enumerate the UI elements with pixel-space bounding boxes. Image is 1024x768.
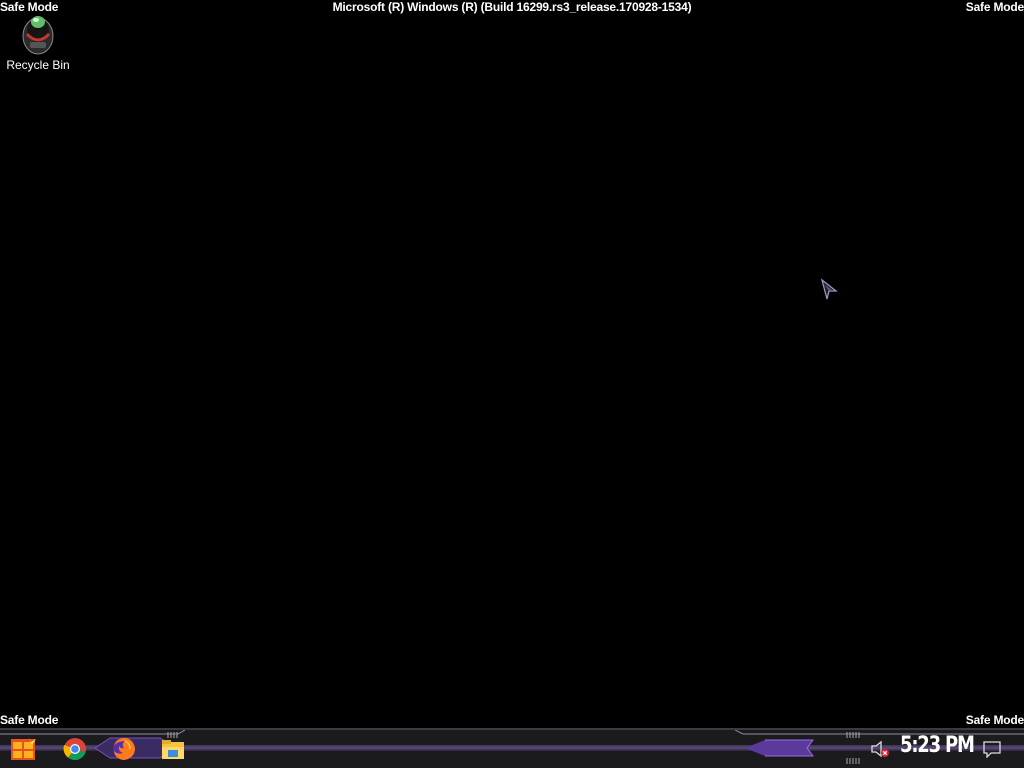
action-center-icon[interactable] bbox=[983, 740, 1001, 758]
volume-muted-icon[interactable] bbox=[870, 740, 890, 758]
recycle-bin-label: Recycle Bin bbox=[6, 58, 70, 72]
mouse-cursor-icon bbox=[820, 278, 838, 300]
safe-mode-watermark-bottom-left: Safe Mode bbox=[0, 713, 59, 727]
start-icon[interactable] bbox=[10, 736, 36, 762]
taskbar-clock[interactable]: 5:23 PM bbox=[900, 733, 975, 758]
folder-icon[interactable] bbox=[160, 736, 186, 762]
recycle-bin-icon bbox=[22, 16, 54, 55]
safe-mode-watermark-top-right: Safe Mode bbox=[965, 0, 1024, 14]
desktop-icon-recycle-bin[interactable]: Recycle Bin bbox=[4, 12, 72, 72]
build-info-watermark: Microsoft (R) Windows (R) (Build 16299.r… bbox=[332, 0, 692, 14]
firefox-icon[interactable] bbox=[111, 736, 137, 762]
chrome-icon[interactable] bbox=[62, 736, 88, 762]
safe-mode-watermark-bottom-right: Safe Mode bbox=[965, 713, 1024, 727]
